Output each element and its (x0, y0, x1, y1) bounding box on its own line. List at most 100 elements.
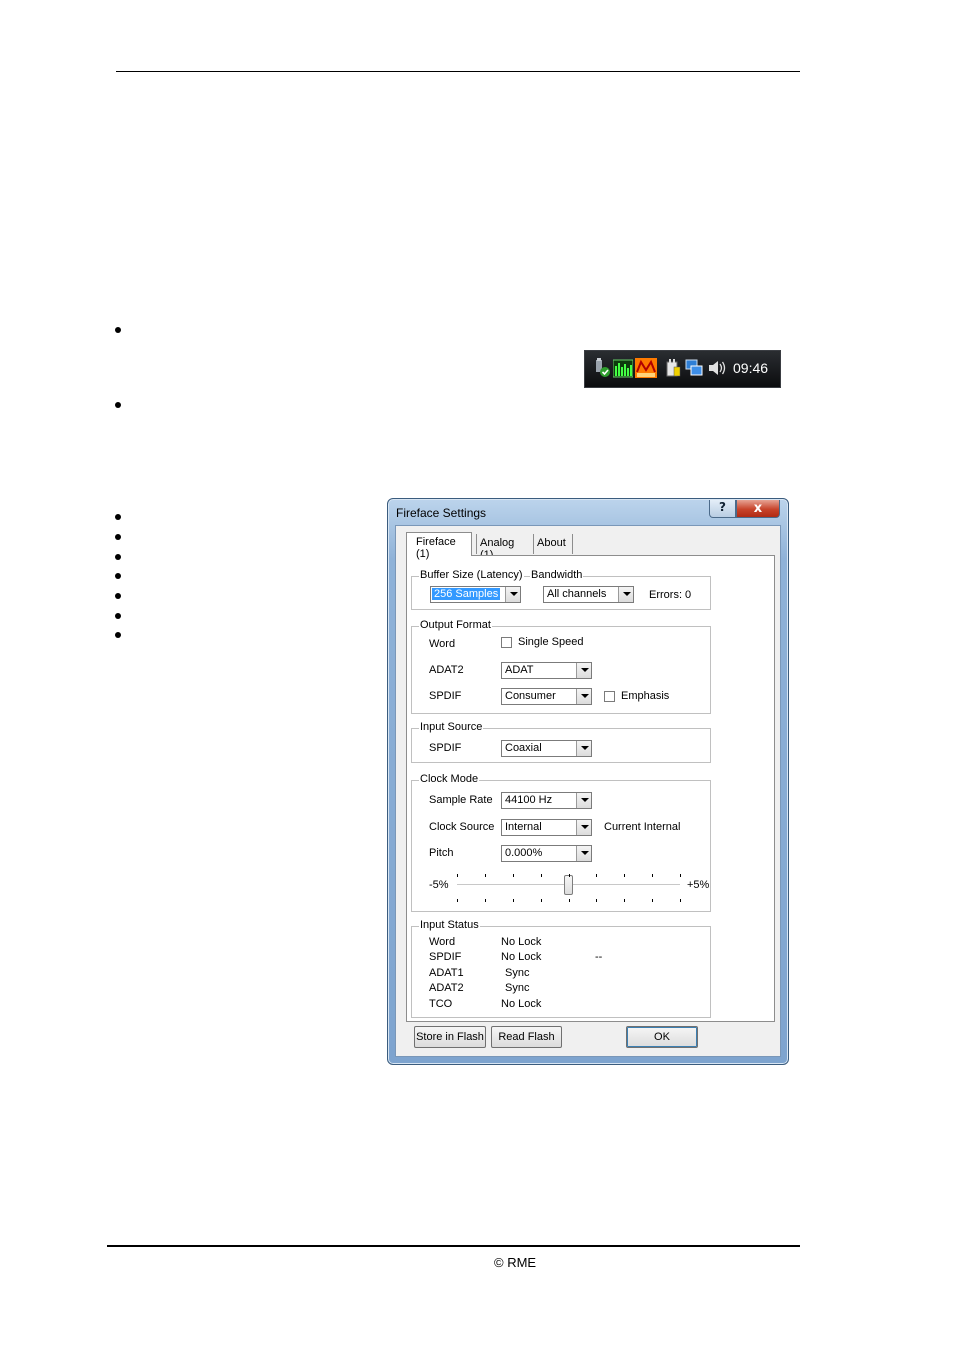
tab-fireface[interactable]: Fireface (1) (406, 532, 472, 560)
clock-mode-group: Clock Mode Sample Rate 44100 Hz Clock So… (411, 773, 711, 912)
slider-tick (569, 874, 570, 877)
chevron-down-icon (505, 587, 520, 602)
store-in-flash-button[interactable]: Store in Flash (414, 1026, 486, 1048)
clock-time[interactable]: 09:46 (733, 360, 768, 376)
bullet (115, 613, 121, 619)
chevron-down-icon (576, 793, 591, 808)
slider-tick (541, 899, 542, 902)
chevron-down-icon (576, 663, 591, 678)
window-client: Fireface (1) Analog (1) About Buffer Siz… (395, 525, 781, 1057)
buffer-size-label: Buffer Size (Latency) (419, 569, 524, 581)
chevron-down-icon (576, 820, 591, 835)
status-value-word: No Lock (501, 936, 542, 948)
usb-safely-remove-icon[interactable] (593, 358, 611, 378)
pitch-label: Pitch (429, 847, 454, 859)
close-button[interactable]: x (736, 500, 780, 518)
bandwidth-value: All channels (547, 588, 607, 600)
sample-rate-select[interactable]: 44100 Hz (501, 792, 592, 809)
ok-button[interactable]: OK (626, 1026, 698, 1048)
spdif-label: SPDIF (429, 690, 462, 702)
close-icon: x (753, 501, 763, 516)
output-format-group: Output Format Word Single Speed ADAT2 AD… (411, 619, 711, 714)
read-flash-button[interactable]: Read Flash (491, 1026, 562, 1048)
fireface-settings-window: Fireface Settings ? x Fireface (1) Analo… (387, 498, 789, 1065)
slider-thumb[interactable] (564, 875, 573, 895)
slider-tick (457, 874, 458, 877)
errors-count: Errors: 0 (649, 589, 692, 601)
fireface-settings-icon[interactable] (635, 358, 657, 378)
slider-tick (569, 899, 570, 902)
bandwidth-label: Bandwidth (530, 569, 584, 581)
output-format-label: Output Format (419, 619, 492, 631)
clock-source-label: Clock Source (429, 821, 495, 833)
adat2-label: ADAT2 (429, 664, 464, 676)
bullet (115, 514, 121, 520)
slider-tick (485, 874, 486, 877)
help-button[interactable]: ? (709, 500, 736, 518)
slider-tick (680, 899, 681, 902)
slider-tick (652, 874, 653, 877)
spdif-format-select[interactable]: Consumer (501, 688, 592, 705)
status-name-adat2: ADAT2 (429, 982, 464, 994)
meter-icon[interactable] (613, 358, 633, 378)
status-name-adat1: ADAT1 (429, 967, 464, 979)
pitch-select[interactable]: 0.000% (501, 845, 592, 862)
emphasis-label: Emphasis (621, 690, 670, 702)
slider-tick (513, 899, 514, 902)
clock-source-value: Internal (505, 821, 542, 833)
adat2-select[interactable]: ADAT (501, 662, 592, 679)
slider-max-label: +5% (687, 879, 710, 891)
bullet (115, 573, 121, 579)
spdif-input-label: SPDIF (429, 742, 462, 754)
speaker-icon[interactable] (707, 358, 727, 378)
emphasis-checkbox[interactable] (604, 691, 615, 702)
tab-about[interactable]: About (533, 534, 573, 554)
footer-rule (107, 1245, 800, 1247)
slider-tick (485, 899, 486, 902)
slider-tick (513, 874, 514, 877)
chevron-down-icon (576, 689, 591, 704)
slider-tick (457, 899, 458, 902)
single-speed-label: Single Speed (518, 636, 584, 648)
sample-rate-label: Sample Rate (429, 794, 493, 806)
bullet (115, 534, 121, 540)
spdif-format-value: Consumer (505, 690, 556, 702)
footer-copyright: © RME (494, 1255, 537, 1270)
buffer-bandwidth-group: Buffer Size (Latency) Bandwidth 256 Samp… (411, 569, 711, 610)
input-status-label: Input Status (419, 919, 480, 931)
buffer-size-value: 256 Samples (432, 588, 501, 600)
slider-tick (541, 874, 542, 877)
slider-tick (596, 899, 597, 902)
single-speed-checkbox[interactable] (501, 637, 512, 648)
bandwidth-select[interactable]: All channels (543, 586, 634, 603)
power-icon[interactable] (665, 358, 681, 378)
chevron-down-icon (618, 587, 633, 602)
chevron-down-icon (576, 846, 591, 861)
spdif-frequency: -- (595, 951, 603, 963)
bullet (115, 593, 121, 599)
slider-tick (624, 874, 625, 877)
slider-tick (624, 899, 625, 902)
input-source-group: Input Source SPDIF Coaxial (411, 721, 711, 763)
chevron-down-icon (576, 741, 591, 756)
network-icon[interactable] (685, 358, 703, 378)
spdif-input-select[interactable]: Coaxial (501, 740, 592, 757)
status-name-word: Word (429, 936, 456, 948)
bullet (115, 632, 121, 638)
pitch-value: 0.000% (505, 847, 543, 859)
status-value-adat1: Sync (505, 967, 530, 979)
slider-tick (680, 874, 681, 877)
slider-tick (652, 899, 653, 902)
clock-source-select[interactable]: Internal (501, 819, 592, 836)
slider-tick (596, 874, 597, 877)
status-value-spdif: No Lock (501, 951, 542, 963)
bullet (115, 554, 121, 560)
spdif-input-value: Coaxial (505, 742, 542, 754)
buffer-size-select[interactable]: 256 Samples (430, 586, 521, 603)
status-value-tco: No Lock (501, 998, 542, 1010)
input-status-group: Input Status Word No Lock SPDIF No Lock … (411, 919, 711, 1018)
status-name-spdif: SPDIF (429, 951, 462, 963)
header-rule (116, 71, 800, 72)
tab-analog[interactable]: Analog (1) (476, 534, 530, 561)
bullet (115, 327, 121, 333)
